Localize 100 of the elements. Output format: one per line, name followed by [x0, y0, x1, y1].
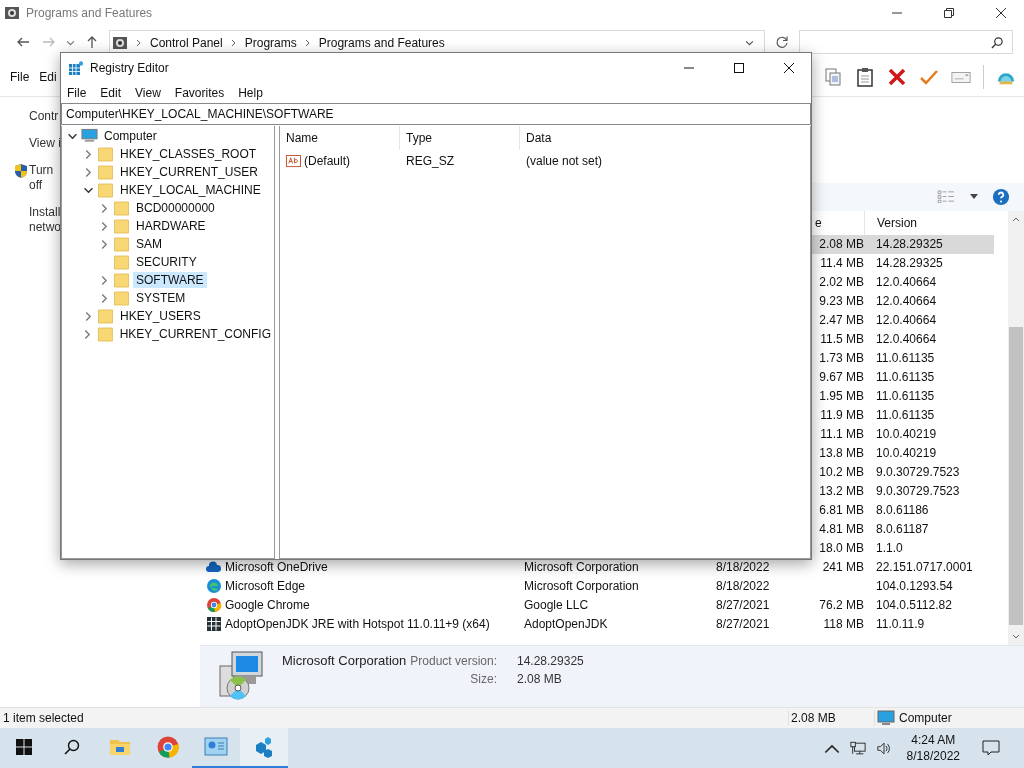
notification-icon[interactable]: [982, 740, 1000, 756]
window-title: Programs and Features: [26, 6, 153, 20]
dropdown-caret-icon[interactable]: [970, 194, 978, 200]
expand-chevron-icon[interactable]: [99, 275, 109, 285]
publisher-cell: Microsoft Corporation: [524, 579, 639, 594]
shield-icon: [14, 163, 28, 179]
folder-icon: [97, 308, 114, 324]
scrollbar[interactable]: [1008, 210, 1024, 646]
expand-chevron-icon[interactable]: [99, 221, 109, 231]
delete-icon[interactable]: [887, 67, 907, 87]
column-header[interactable]: e: [812, 210, 864, 235]
taskbar-app-button[interactable]: [240, 728, 288, 768]
tree-item[interactable]: SECURITY: [133, 254, 200, 270]
chevron-icon: [230, 38, 237, 47]
speaker-icon[interactable]: [875, 740, 892, 756]
maximize-icon[interactable]: [733, 62, 745, 74]
column-header[interactable]: Data: [520, 126, 680, 150]
tree-item[interactable]: HKEY_CURRENT_CONFIG: [116, 326, 274, 342]
column-header[interactable]: Type: [400, 126, 520, 150]
sidebar-link[interactable]: Install netwo: [29, 205, 62, 235]
version-cell: 11.0.61135: [876, 389, 935, 404]
expand-chevron-icon[interactable]: [83, 329, 93, 339]
version-cell: 14.28.29325: [876, 256, 943, 271]
control-panel-icon: [204, 735, 228, 759]
column-header[interactable]: Name: [280, 126, 400, 150]
refresh-icon[interactable]: [775, 35, 789, 49]
restore-icon[interactable]: [943, 7, 955, 19]
tree-item[interactable]: Computer: [101, 128, 160, 144]
menu-item[interactable]: Favorites: [174, 86, 225, 100]
date-cell: 8/27/2021: [716, 598, 770, 613]
tree-item[interactable]: HKEY_LOCAL_MACHINE: [117, 182, 264, 198]
breadcrumb-link[interactable]: Programs: [244, 35, 297, 50]
program-name: Microsoft OneDrive: [225, 560, 328, 575]
version-cell: 8.0.61187: [876, 522, 929, 537]
path-field[interactable]: Computer\HKEY_LOCAL_MACHINE\SOFTWARE: [61, 103, 811, 125]
scroll-down-icon[interactable]: [1012, 634, 1020, 641]
clipboard-icon[interactable]: [855, 67, 875, 87]
collapse-chevron-icon[interactable]: [83, 185, 93, 195]
tree-item[interactable]: HARDWARE: [133, 218, 209, 234]
expand-chevron-icon[interactable]: [99, 239, 109, 249]
network-icon[interactable]: [849, 740, 866, 756]
tree-item[interactable]: HKEY_CURRENT_USER: [117, 164, 262, 180]
version-cell: 11.0.61135: [876, 351, 935, 366]
grid-icon: [206, 616, 222, 633]
field-value: 2.08 MB: [517, 672, 563, 687]
clock[interactable]: 4:24 AM 8/18/2022: [896, 728, 970, 768]
folder-icon: [113, 254, 130, 270]
scroll-thumb[interactable]: [1009, 326, 1023, 626]
collapse-chevron-icon[interactable]: [67, 131, 77, 141]
view-options-icon[interactable]: [937, 190, 956, 204]
expand-chevron-icon[interactable]: [83, 149, 93, 159]
version-cell: 10.0.40219: [876, 446, 937, 461]
tree-item[interactable]: SYSTEM: [133, 290, 189, 306]
sidebar-link[interactable]: Contr: [29, 109, 59, 124]
value-name[interactable]: (Default): [304, 154, 350, 168]
expand-chevron-icon[interactable]: [83, 167, 93, 177]
breadcrumb-link[interactable]: Control Panel: [150, 35, 223, 50]
expand-chevron-icon[interactable]: [83, 311, 93, 321]
menu-item[interactable]: File: [67, 86, 87, 100]
tree-item[interactable]: SAM: [133, 236, 165, 252]
up-arrow-icon[interactable]: [85, 35, 99, 49]
edge-icon: [206, 578, 222, 595]
column-header[interactable]: Version: [864, 210, 994, 235]
tree-item[interactable]: HKEY_CLASSES_ROOT: [117, 146, 260, 162]
back-arrow-icon[interactable]: [16, 35, 30, 49]
size-cell: 1.95 MB: [819, 389, 864, 404]
search-field[interactable]: [799, 30, 1013, 54]
size-cell: 2.47 MB: [819, 313, 864, 328]
menu-item[interactable]: Edi: [39, 70, 57, 84]
size-status: 2.08 MB: [788, 711, 874, 725]
scroll-up-icon[interactable]: [1012, 215, 1020, 222]
control-panel-icon: [4, 5, 20, 21]
expand-chevron-icon[interactable]: [99, 203, 109, 213]
search-icon: [991, 35, 1004, 49]
copy-icon[interactable]: [823, 67, 843, 87]
program-name: AdoptOpenJDK JRE with Hotspot 11.0.11+9 (x64): [225, 617, 490, 632]
menu-item[interactable]: View: [135, 86, 161, 100]
folder-icon: [113, 272, 130, 288]
size-cell: 13.8 MB: [819, 446, 864, 461]
menu-item[interactable]: File: [10, 70, 30, 84]
close-icon[interactable]: [995, 7, 1007, 19]
expand-chevron-icon[interactable]: [99, 293, 109, 303]
breadcrumb-link[interactable]: Programs and Features: [318, 35, 445, 50]
size-cell: 6.81 MB: [819, 503, 864, 518]
clock-date: 8/18/2022: [906, 748, 960, 764]
menu-item[interactable]: Help: [238, 86, 263, 100]
tree-item[interactable]: BCD00000000: [133, 200, 218, 216]
tree-item[interactable]: HKEY_USERS: [117, 308, 204, 324]
sidebar-link[interactable]: Turn off: [29, 163, 54, 193]
sidebar-link[interactable]: View i: [29, 136, 61, 151]
publisher-name: Microsoft Corporation: [282, 653, 407, 669]
version-cell: 1.1.0: [876, 541, 903, 556]
menu-item[interactable]: Edit: [100, 86, 122, 100]
dropdown-caret-icon[interactable]: [745, 38, 754, 47]
tree-item[interactable]: SOFTWARE: [133, 272, 207, 288]
help-icon[interactable]: [992, 187, 1010, 206]
version-cell: 12.0.40664: [876, 294, 937, 309]
version-cell: 22.151.0717.0001: [876, 560, 973, 575]
selected-row[interactable]: 2.08 MB 14.28.29325: [812, 234, 994, 254]
close-icon[interactable]: [783, 62, 795, 74]
